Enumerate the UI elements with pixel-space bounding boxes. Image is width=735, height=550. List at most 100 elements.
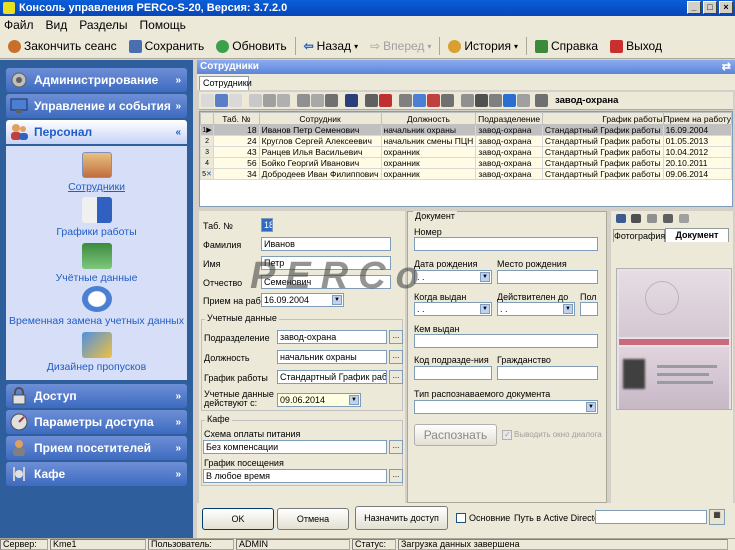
dropdown-arrow-icon[interactable]: ▼ [480,304,490,314]
columns-icon[interactable] [325,94,338,107]
history-button[interactable]: История ▾ [442,35,524,57]
save-button[interactable]: Сохранить [123,35,211,57]
fingerprint-icon[interactable] [379,94,392,107]
nav-item-temp-replacement[interactable]: Временная замена учетных данных [6,286,187,327]
department-icon[interactable] [535,94,548,107]
col-hire-date[interactable]: Прием на работу [662,112,732,125]
col-position[interactable]: Должность [380,112,477,125]
eject-icon[interactable] [647,214,657,223]
valid-from-field[interactable]: 09.06.2014 ▼ [277,393,361,407]
department-filter[interactable]: завод-охрана [555,95,618,106]
nav-section-access-params[interactable]: Параметры доступа » [6,410,187,434]
dropdown-arrow-icon[interactable]: ▼ [332,295,342,305]
payment-scheme-field[interactable]: Без компенсации [203,440,387,454]
back-button[interactable]: ⇦ Назад ▾ [298,35,364,57]
payment-scheme-browse-button[interactable]: ... [389,440,403,454]
birthplace-field[interactable] [497,270,598,284]
nav-item-employees[interactable]: Сотрудники [6,152,187,193]
car-icon[interactable] [365,94,378,107]
transfer-icon[interactable] [461,94,474,107]
nav-section-administration[interactable]: Администрирование » [6,68,187,92]
sex-field[interactable] [580,302,598,316]
scanner-icon[interactable] [663,214,673,223]
cancel-button[interactable]: Отмена [277,508,349,530]
firstname-field[interactable]: Петр [261,256,391,270]
department-field[interactable]: завод-охрана [277,330,387,344]
import-icon[interactable] [263,94,276,107]
tab-document[interactable]: Документ [665,228,729,242]
schedule-browse-button[interactable]: ... [389,370,403,384]
ad-browse-icon[interactable]: ▦ [709,509,725,525]
primary-checkbox[interactable] [456,513,466,523]
filter-icon[interactable] [297,94,310,107]
menu-help[interactable]: Помощь [140,18,186,32]
forward-button[interactable]: ⇨ Вперед ▾ [364,35,437,57]
tab-employees[interactable]: Сотрудники [199,76,252,90]
table-row[interactable]: 2 24 Круглов Сергей Алексеевич начальник… [200,135,732,147]
col-schedule[interactable]: График работы [541,112,664,125]
edit-icon[interactable] [215,94,228,107]
position-field[interactable]: начальник охраны [277,350,387,364]
nav-section-cafe[interactable]: Кафе » [6,462,187,486]
help-button[interactable]: Справка [529,35,604,57]
nav-section-visitors[interactable]: Прием посетителей » [6,436,187,460]
refresh-button[interactable]: Обновить [210,35,292,57]
nav-item-pass-designer[interactable]: Дизайнер пропусков [6,332,187,373]
delete-icon[interactable] [229,94,242,107]
menu-view[interactable]: Вид [46,18,68,32]
dropdown-arrow-icon[interactable]: ▼ [563,304,573,314]
col-department[interactable]: Подразделение [475,112,543,125]
patronymic-field[interactable]: Семенович [261,275,391,289]
nav-item-credentials[interactable]: Учётные данные [6,243,187,284]
tab-photo[interactable]: Фотография [613,229,665,242]
menu-file[interactable]: Файл [4,18,34,32]
department-browse-button[interactable]: ... [389,330,403,344]
close-button[interactable]: × [719,1,733,14]
dept-code-field[interactable] [414,366,492,380]
hire-date-field[interactable]: 16.09.2004 ▼ [261,293,344,307]
issued-date-field[interactable]: . . ▼ [414,302,492,316]
doc-number-field[interactable] [414,237,598,251]
add-icon[interactable] [201,94,214,107]
citizenship-field[interactable] [497,366,598,380]
grid-view-icon[interactable] [345,94,358,107]
table-row[interactable]: 4 56 Бойко Георгий Иванович охранник зав… [200,157,732,169]
export-icon[interactable] [277,94,290,107]
schedule-field[interactable]: Стандартный График работы [277,370,387,384]
recognize-button[interactable]: Распознать [414,424,497,446]
message-icon[interactable] [441,94,454,107]
assign-access-button[interactable]: Назначить доступ [355,506,448,530]
minimize-button[interactable]: _ [687,1,701,14]
dismiss-icon[interactable] [475,94,488,107]
table-row[interactable]: 3 43 Ранцев Илья Васильевич охранник зав… [200,146,732,158]
valid-until-field[interactable]: . . ▼ [497,302,575,316]
photo-icon[interactable] [413,94,426,107]
copy-icon[interactable] [249,94,262,107]
menu-sections[interactable]: Разделы [79,18,127,32]
download-icon[interactable] [503,94,516,107]
id-icon[interactable] [427,94,440,107]
pin-icon[interactable]: ⇄ [722,60,731,74]
nav-section-control-events[interactable]: Управление и события » [6,94,187,118]
exit-button[interactable]: Выход [604,35,668,57]
document-icon[interactable] [679,214,689,223]
nav-item-schedules[interactable]: Графики работы [6,197,187,238]
nav-section-personnel[interactable]: Персонал « [6,120,187,144]
recognized-doc-type-select[interactable]: ▼ [414,400,598,414]
col-employee[interactable]: Сотрудник [258,112,382,125]
table-row[interactable]: 5✕ 34 Добродеев Иван Филиппович охранник… [200,168,732,180]
dropdown-arrow-icon[interactable]: ▼ [349,395,359,405]
show-dialog-checkbox[interactable]: ✓ [502,430,512,440]
col-tab-no[interactable]: Таб. № [213,112,260,125]
sort-icon[interactable] [311,94,324,107]
visit-schedule-field[interactable]: В любое время [203,469,387,483]
nav-section-access[interactable]: Доступ » [6,384,187,408]
position-browse-button[interactable]: ... [389,350,403,364]
visit-schedule-browse-button[interactable]: ... [389,469,403,483]
ad-path-field[interactable] [595,510,707,524]
settings-icon[interactable] [517,94,530,107]
group-icon[interactable] [489,94,502,107]
tab-no-field[interactable]: 18 [261,218,273,232]
dropdown-arrow-icon[interactable]: ▼ [480,272,490,282]
camera-icon[interactable] [616,214,626,223]
